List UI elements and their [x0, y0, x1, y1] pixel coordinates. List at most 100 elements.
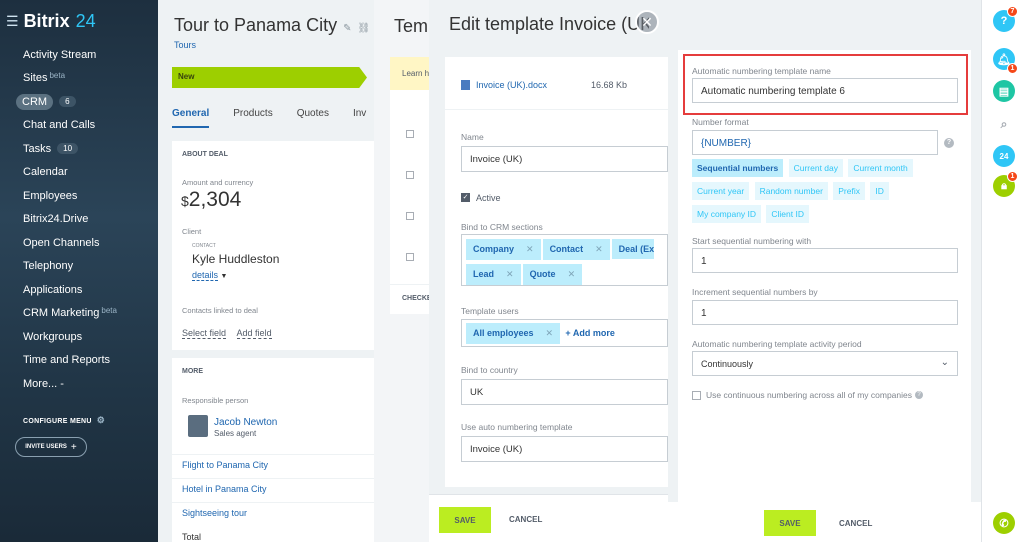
contacts-linked-label: Contacts linked to deal — [182, 306, 258, 315]
token-my-company-id[interactable]: My company ID — [692, 205, 762, 223]
nav-label: Open Channels — [23, 236, 100, 249]
nav-item-calendar[interactable]: Calendar — [0, 161, 158, 185]
row-checkbox[interactable] — [406, 130, 414, 138]
nav-item-drive[interactable]: Bitrix24.Drive — [0, 208, 158, 232]
auto-numbering-select[interactable]: Invoice (UK) — [461, 436, 668, 462]
tab-quotes[interactable]: Quotes — [297, 102, 329, 128]
remove-icon[interactable]: ✕ — [568, 269, 576, 279]
invite-users-button[interactable]: INVITE USERS + — [15, 437, 87, 457]
remove-icon[interactable]: ✕ — [506, 269, 514, 279]
beta-tag: beta — [101, 305, 117, 315]
crm-chip[interactable]: Lead ✕ — [466, 264, 521, 285]
name-input[interactable]: Invoice (UK) — [461, 146, 668, 172]
tab-general[interactable]: General — [172, 102, 210, 128]
period-select[interactable]: Continuously ⌄ — [692, 351, 958, 376]
bitrix24-icon[interactable]: 24 — [993, 145, 1015, 167]
increment-input[interactable]: 1 — [692, 300, 958, 325]
increment-label: Increment sequential numbers by — [692, 287, 818, 297]
token-random-number[interactable]: Random number — [754, 182, 828, 200]
configure-menu[interactable]: CONFIGURE MENU ⚙ — [23, 415, 105, 426]
details-link[interactable]: details — [192, 270, 219, 281]
tab-products[interactable]: Products — [233, 102, 272, 128]
product-link[interactable]: Sightseeing tour — [182, 508, 247, 518]
remove-icon[interactable]: ✕ — [546, 328, 554, 338]
search-icon[interactable]: ⌕ — [993, 113, 1015, 135]
start-input[interactable]: 1 — [692, 248, 958, 273]
product-link[interactable]: Flight to Panama City — [182, 460, 268, 470]
token-current-month[interactable]: Current month — [848, 159, 913, 177]
client-details[interactable]: details ▼ — [192, 270, 227, 281]
help-icon[interactable]: ? 7 — [993, 6, 1018, 32]
bell-icon[interactable]: 🔔︎ 1 — [993, 48, 1018, 74]
token-sequential-numbers[interactable]: Sequential numbers — [692, 159, 784, 177]
crm-chip[interactable]: Deal (Ex — [611, 239, 655, 259]
nav-item-more[interactable]: More... - — [0, 372, 158, 396]
number-format-input[interactable]: {NUMBER} — [692, 130, 938, 155]
nav-item-activity-stream[interactable]: Activity Stream — [0, 43, 158, 67]
add-more-link[interactable]: + Add more — [565, 328, 614, 338]
cancel-button[interactable]: CANCEL — [509, 515, 542, 524]
crm-chip[interactable]: Company ✕ — [466, 239, 541, 260]
save-button[interactable]: SAVE — [439, 507, 491, 533]
nav-item-chat-and-calls[interactable]: Chat and Calls — [0, 114, 158, 138]
name-label: Name — [461, 132, 484, 142]
logo-number: 24 — [75, 11, 96, 31]
token-prefix[interactable]: Prefix — [833, 182, 865, 200]
nav-item-employees[interactable]: Employees — [0, 184, 158, 208]
tab-invoices[interactable]: Inv — [353, 102, 366, 128]
row-checkbox[interactable] — [406, 253, 414, 261]
nav-item-sites[interactable]: Sites beta — [0, 67, 158, 91]
remove-icon[interactable]: ✕ — [526, 244, 534, 254]
nav-item-crm[interactable]: CRM 6 — [0, 90, 158, 114]
save-button[interactable]: SAVE — [764, 510, 816, 536]
users-chip[interactable]: All employees ✕ — [466, 323, 561, 344]
file-name-link[interactable]: Invoice (UK).docx — [476, 80, 547, 90]
token-client-id[interactable]: Client ID — [766, 205, 809, 223]
token-current-day[interactable]: Current day — [788, 159, 844, 177]
responsible-name[interactable]: Jacob Newton — [214, 417, 277, 428]
stage-new[interactable]: New — [172, 67, 367, 88]
configure-menu-label: CONFIGURE MENU — [23, 418, 92, 425]
row-checkbox[interactable] — [406, 171, 414, 179]
edit-pencil-icon[interactable]: ✎ — [343, 23, 351, 34]
template-users-field[interactable]: All employees ✕ + Add more — [461, 319, 668, 347]
nav-item-time-and-reports[interactable]: Time and Reports — [0, 349, 158, 373]
phone-icon[interactable]: ✆ — [993, 512, 1015, 534]
cancel-button[interactable]: CANCEL — [839, 519, 872, 528]
row-checkbox[interactable] — [406, 212, 414, 220]
product-link[interactable]: Hotel in Panama City — [182, 484, 267, 494]
nav-item-telephony[interactable]: Telephony — [0, 255, 158, 279]
token-id[interactable]: ID — [870, 182, 889, 200]
link-icon[interactable]: ⛓ — [357, 23, 370, 34]
crm-chip[interactable]: Quote ✕ — [522, 264, 583, 285]
chat-icon[interactable]: ▤ — [993, 80, 1015, 102]
template-name-input[interactable]: Automatic numbering template 6 — [692, 78, 958, 103]
learn-banner[interactable]: Learn h — [390, 57, 434, 90]
nav-item-applications[interactable]: Applications — [0, 278, 158, 302]
nav-item-crm-marketing[interactable]: CRM Marketing beta — [0, 302, 158, 326]
continuous-numbering-checkbox[interactable] — [692, 390, 701, 400]
nav-item-workgroups[interactable]: Workgroups — [0, 325, 158, 349]
crm-sections-field[interactable]: Company ✕ Contact ✕ Deal (Ex Lead ✕ Quote ✕ — [461, 234, 668, 286]
continuous-numbering-row[interactable]: Use continuous numbering across all of m… — [692, 390, 923, 400]
deal-category-link[interactable]: Tours — [174, 40, 196, 50]
nav-label: CRM Marketing — [23, 307, 100, 320]
crm-chip[interactable]: Contact ✕ — [542, 239, 610, 260]
country-select[interactable]: UK — [461, 379, 668, 405]
help-icon[interactable]: ? — [944, 138, 954, 148]
logo[interactable]: ☰ Bitrix 24 — [6, 11, 96, 32]
gear-icon: ⚙ — [96, 415, 106, 425]
avatar[interactable] — [188, 415, 208, 437]
nav-item-open-channels[interactable]: Open Channels — [0, 231, 158, 255]
remove-icon[interactable]: ✕ — [595, 244, 603, 254]
close-icon[interactable]: ✕ — [635, 10, 659, 34]
help-icon[interactable]: ? — [915, 391, 923, 399]
select-field-link[interactable]: Select field — [182, 328, 227, 339]
menu-icon[interactable]: ☰ — [6, 13, 19, 30]
token-current-year[interactable]: Current year — [692, 182, 750, 200]
active-checkbox[interactable]: ✓ — [461, 193, 470, 202]
client-name[interactable]: Kyle Huddleston — [192, 252, 279, 266]
lock-icon[interactable]: 🔒︎ 1 — [993, 171, 1018, 197]
add-field-link[interactable]: Add field — [236, 328, 272, 339]
nav-item-tasks[interactable]: Tasks 10 — [0, 137, 158, 161]
